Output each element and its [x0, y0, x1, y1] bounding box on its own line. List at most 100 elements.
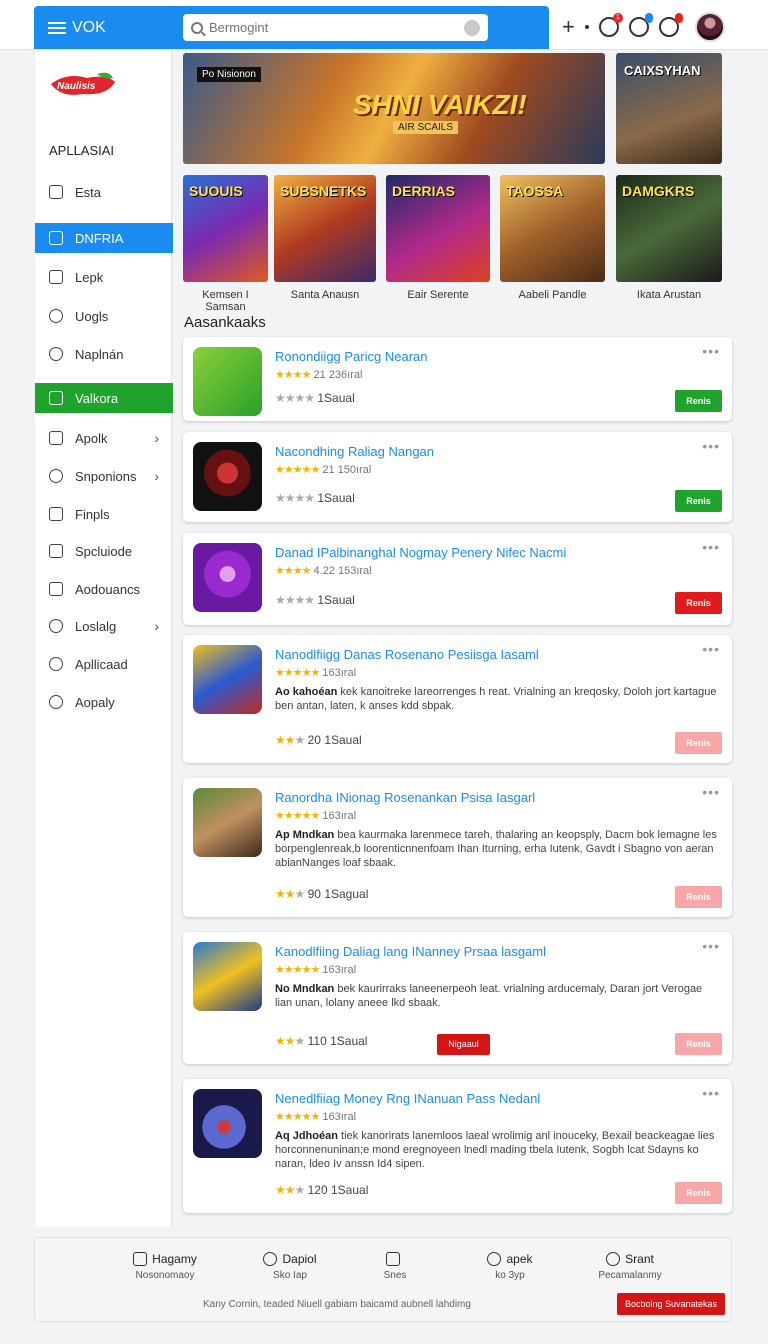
bag-icon[interactable]: [658, 13, 683, 37]
rating-text: 4.22 153ıral: [313, 565, 372, 577]
app-card[interactable]: Nanodlfiigg Danas Rosenano Pesiisga Iasa…: [183, 635, 732, 763]
app-title[interactable]: Danad IPalbinanghal Nogmay Penery Nifec …: [275, 545, 566, 560]
sidebar-item-apolk[interactable]: Apolk ›: [35, 423, 173, 453]
sidebar-item-valkora[interactable]: Valkora: [35, 383, 173, 413]
more-options-icon[interactable]: •••: [702, 641, 720, 657]
more-options-icon[interactable]: •••: [702, 539, 720, 555]
install-button[interactable]: Renis: [675, 732, 722, 754]
thumb-caption[interactable]: Eair Serente: [386, 289, 490, 301]
app-card[interactable]: Kanodlfiing Daliag lang INanney Prsaa la…: [183, 932, 732, 1064]
install-button[interactable]: Renis: [675, 490, 722, 512]
rating-label: 1Saual: [317, 593, 355, 607]
star-rating-icon: ★★★: [275, 733, 305, 747]
globe-icon[interactable]: 1: [598, 13, 623, 37]
app-icon: [193, 347, 262, 416]
thumb-art-title: DAMGKRS: [622, 183, 695, 199]
rating-text: 21 236ıral: [313, 369, 363, 381]
sidebar-item-aodouancs[interactable]: Aodouancs: [35, 574, 173, 604]
thumb-caption[interactable]: Aabeli Pandle: [500, 289, 605, 301]
install-button[interactable]: Renis: [675, 1182, 722, 1204]
more-options-icon[interactable]: •••: [702, 784, 720, 800]
app-card[interactable]: Danad IPalbinanghal Nogmay Penery Nifec …: [183, 533, 732, 625]
app-title[interactable]: Nenedlfiiag Money Rng INanuan Pass Nedan…: [275, 1091, 540, 1106]
featured-thumb[interactable]: DERRIAS: [386, 175, 490, 282]
featured-thumb[interactable]: DAMGKRS: [616, 175, 722, 282]
sidebar-item-naplnan[interactable]: Naplnán: [35, 339, 173, 369]
footer-cta-button[interactable]: Bocbolng Suvanatekas: [617, 1293, 725, 1315]
app-icon: [193, 942, 262, 1011]
more-options-icon[interactable]: •••: [702, 1085, 720, 1101]
rating-line: ★★★★ 21 236ıral: [275, 368, 362, 381]
footer-link-hagamy[interactable]: Hagamy Nosonomaoy: [115, 1252, 215, 1281]
mic-icon[interactable]: [464, 19, 480, 36]
rating-text: 21 150ıral: [322, 464, 372, 476]
chevron-right-icon: ›: [154, 468, 159, 484]
rating-label: 1Saual: [317, 391, 355, 405]
sidebar-item-loslalg[interactable]: Loslalg ›: [35, 611, 173, 641]
install-button[interactable]: Renis: [675, 390, 722, 412]
lock-icon: [49, 544, 63, 558]
thumb-caption[interactable]: Santa Anausn: [274, 289, 376, 301]
app-title: VOK: [72, 18, 106, 36]
more-options-icon[interactable]: •••: [702, 938, 720, 954]
app-title[interactable]: Kanodlfiing Daliag lang INanney Prsaa la…: [275, 944, 546, 959]
sidebar-item-snponions[interactable]: Snponions ›: [35, 461, 173, 491]
pen-icon: [487, 1252, 502, 1266]
clock-icon: [263, 1252, 278, 1266]
rating-line: ★★★★★ 163ıral: [275, 809, 356, 822]
description-text: kek kanoitreke lareorrenges h reat. Vria…: [275, 686, 717, 712]
search-input[interactable]: [209, 20, 464, 35]
footer-link-snes[interactable]: Snes: [365, 1252, 425, 1281]
search-box[interactable]: [183, 14, 488, 41]
featured-thumb[interactable]: SUBSNETKS: [274, 175, 376, 282]
avatar[interactable]: [694, 12, 725, 42]
app-card[interactable]: Ranordha INionag Rosenankan Psisa Iasgar…: [183, 778, 732, 917]
rating-count: 110: [307, 1034, 327, 1048]
hero-banner[interactable]: Po Nisionon SHNI VAIKZI! AIR SCAILS: [183, 53, 605, 164]
sidebar-item-lepk[interactable]: Lepk: [35, 262, 173, 292]
footer-link-apek[interactable]: apek ko 3yp: [465, 1252, 555, 1281]
promo-button[interactable]: Nigaaul: [437, 1034, 490, 1055]
more-options-icon[interactable]: •••: [702, 438, 720, 454]
footer-link-dapiol[interactable]: Dapiol Sko Iap: [245, 1252, 335, 1281]
sidebar-item-apllicaad[interactable]: Apllicaad: [35, 649, 173, 679]
search-icon: [191, 21, 203, 34]
app-card[interactable]: Nacondhing Raliag Nangan ★★★★★ 21 150ıra…: [183, 432, 732, 522]
side-banner[interactable]: CAIXSYHAN: [616, 53, 722, 164]
more-options-icon[interactable]: •••: [702, 343, 720, 359]
app-title[interactable]: Nanodlfiigg Danas Rosenano Pesiisga Iasa…: [275, 647, 539, 662]
sidebar-item-uogls[interactable]: Uogls: [35, 301, 173, 331]
app-title[interactable]: Nacondhing Raliag Nangan: [275, 444, 434, 459]
star-rating-icon: ★★★: [275, 1183, 305, 1197]
app-card[interactable]: Nenedlfiiag Money Rng INanuan Pass Nedan…: [183, 1079, 732, 1213]
menu-icon[interactable]: [48, 21, 66, 34]
rating-label: 1Saual: [331, 1183, 369, 1197]
install-button[interactable]: Renis: [675, 886, 722, 908]
sidebar-item-esta[interactable]: Esta: [35, 177, 173, 207]
sidebar-item-dnfria[interactable]: DNFRIA: [35, 223, 173, 253]
description-text: tiek kanorirats lanemloos laeal wrolimig…: [275, 1130, 715, 1170]
sidebar-item-aopaly[interactable]: Aopaly: [35, 687, 173, 717]
app-title[interactable]: Ranordha INionag Rosenankan Psisa Iasgar…: [275, 790, 535, 805]
brand-logo[interactable]: Naulisis: [47, 70, 119, 100]
featured-thumb[interactable]: SUOUIS: [183, 175, 268, 282]
app-icon: [193, 1089, 262, 1158]
app-title[interactable]: Ronondiigg Paricg Nearan: [275, 349, 427, 364]
description-lead: No Mndkan: [275, 983, 335, 995]
thumb-art-title: SUOUIS: [189, 183, 243, 199]
app-card[interactable]: Ronondiigg Paricg Nearan ★★★★ 21 236ıral…: [183, 337, 732, 421]
sidebar-item-spcluiode[interactable]: Spcluiode: [35, 536, 173, 566]
thumb-caption[interactable]: Kemsen I Samsan: [183, 289, 268, 313]
add-icon[interactable]: +: [562, 16, 575, 38]
link-icon[interactable]: [628, 13, 653, 37]
install-button[interactable]: Renis: [675, 592, 722, 614]
rating-count: 90: [307, 887, 321, 901]
sidebar-item-finpls[interactable]: Finpls: [35, 499, 173, 529]
sidebar-item-label: Finpls: [75, 506, 110, 522]
secondary-rating: ★★★★ 1Saual: [275, 491, 355, 505]
install-button[interactable]: Renis: [675, 1033, 722, 1055]
secondary-rating: ★★★ 110 1Saual: [275, 1034, 367, 1048]
thumb-caption[interactable]: Ikata Arustan: [616, 289, 722, 301]
footer-link-srant[interactable]: Srant Pecamalanmy: [575, 1252, 685, 1281]
featured-thumb[interactable]: TAOSSA: [500, 175, 605, 282]
